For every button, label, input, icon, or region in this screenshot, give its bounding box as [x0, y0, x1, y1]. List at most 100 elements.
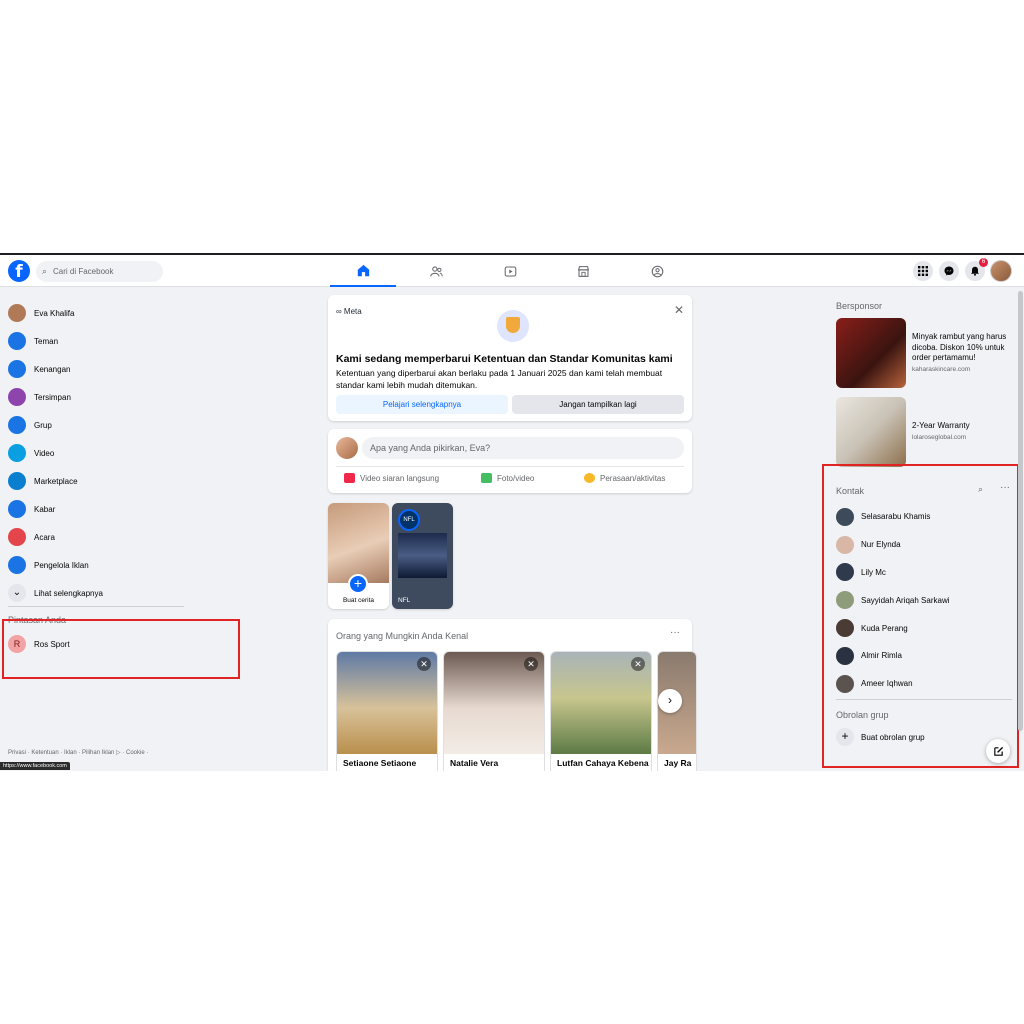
tab-video[interactable]: [477, 255, 543, 287]
search-icon[interactable]: ⌕: [978, 484, 983, 495]
tab-marketplace[interactable]: [550, 255, 616, 287]
grid-icon: [918, 266, 928, 276]
more-options-icon[interactable]: ···: [670, 627, 680, 638]
sidebar-item-label: Kenangan: [34, 364, 71, 374]
groups-icon: [8, 416, 26, 434]
user-avatar: [8, 304, 26, 322]
contacts-list: Selasarabu Khamis Nur Elynda Lily Mc Sayyid…: [836, 503, 1014, 698]
contact-name: Nur Elynda: [861, 540, 901, 550]
chevron-right-icon[interactable]: ›: [658, 689, 682, 713]
person-name: Natalie Vera: [450, 758, 499, 768]
sidebar-item-label: Eva Khalifa: [34, 308, 75, 318]
contact-item[interactable]: Nur Elynda: [836, 531, 1014, 559]
search-input[interactable]: ⌕ Cari di Facebook: [36, 261, 163, 282]
sidebar-item-label: Marketplace: [34, 476, 78, 486]
ad-image: [836, 397, 906, 467]
contact-item[interactable]: Ameer Iqhwan: [836, 670, 1014, 698]
notification-badge: 6: [979, 258, 988, 267]
search-placeholder: Cari di Facebook: [53, 267, 114, 276]
friends-icon: [429, 265, 443, 276]
bell-icon: [971, 266, 979, 276]
contacts-divider: [836, 699, 1012, 700]
dismiss-icon[interactable]: ✕: [524, 657, 538, 671]
menu-grid-button[interactable]: [913, 261, 933, 281]
contact-item[interactable]: Almir Rimla: [836, 642, 1014, 670]
learn-more-button[interactable]: Pelajari selengkapnya: [336, 395, 508, 414]
people-you-may-know: Orang yang Mungkin Anda Kenal ··· ✕ Seti…: [328, 619, 697, 771]
whats-on-your-mind-input[interactable]: Apa yang Anda pikirkan, Eva?: [362, 437, 684, 459]
video-icon: [8, 444, 26, 462]
person-card[interactable]: ✕ Natalie Vera: [443, 651, 545, 771]
pymk-title: Orang yang Mungkin Anda Kenal: [336, 631, 469, 641]
feeling-activity-button[interactable]: Perasaan/aktivitas: [584, 473, 665, 483]
sidebar-item-5[interactable]: Video: [8, 439, 188, 467]
nfl-logo: NFL: [398, 509, 420, 531]
create-group-chat-button[interactable]: + Buat obrolan grup: [836, 728, 925, 746]
scrollbar[interactable]: [1018, 291, 1023, 731]
dismiss-icon[interactable]: ✕: [631, 657, 645, 671]
tab-gaming[interactable]: [624, 255, 690, 287]
photo-video-button[interactable]: Foto/video: [481, 473, 534, 483]
left-sidebar: Eva Khalifa Teman Kenangan Tersimpan Grup Vid…: [8, 299, 188, 607]
more-options-icon[interactable]: ···: [1000, 482, 1010, 493]
sidebar-item-label: Video: [34, 448, 55, 458]
new-message-button[interactable]: [986, 739, 1010, 763]
account-avatar[interactable]: [990, 260, 1012, 282]
footer-links[interactable]: Privasi · Ketentuan · Iklan · Pilihan Ik…: [8, 749, 188, 756]
feeling-activity-label: Perasaan/aktivitas: [600, 473, 666, 483]
composer-divider: [336, 466, 684, 467]
facebook-logo-icon[interactable]: f: [8, 260, 30, 282]
sidebar-item-label: Grup: [34, 420, 52, 430]
terms-update-card: ∞ Meta ✕ Kami sedang memperbarui Ketentu…: [328, 295, 692, 421]
person-card[interactable]: ✕ Lutfan Cahaya Kebena: [550, 651, 652, 771]
contact-name: Ameer Iqhwan: [861, 679, 913, 689]
sidebar-item-0[interactable]: Eva Khalifa: [8, 299, 188, 327]
sidebar-item-4[interactable]: Grup: [8, 411, 188, 439]
meta-logo: ∞ Meta: [336, 307, 362, 316]
messenger-button[interactable]: [939, 261, 959, 281]
tab-friends[interactable]: [403, 255, 469, 287]
chevron-down-icon: ⌄: [8, 584, 26, 602]
top-navigation-bar: f ⌕ Cari di Facebook 6: [0, 255, 1024, 287]
contact-name: Sayyidah Ariqah Sarkawi: [861, 595, 950, 605]
composer-avatar[interactable]: [336, 437, 358, 459]
marketplace-icon: [8, 472, 26, 490]
contact-item[interactable]: Kuda Perang: [836, 614, 1014, 642]
sidebar-item-label: Teman: [34, 336, 59, 346]
tab-home[interactable]: [330, 255, 396, 287]
group-chats-title: Obrolan grup: [836, 710, 889, 720]
create-story-card[interactable]: + Buat cerita: [328, 503, 389, 609]
shield-icon: [497, 310, 529, 342]
person-name: Lutfan Cahaya Kebena: [557, 758, 649, 768]
plus-icon: +: [348, 574, 368, 594]
sidebar-item-8[interactable]: Acara: [8, 523, 188, 551]
sidebar-item-6[interactable]: Marketplace: [8, 467, 188, 495]
sidebar-item-2[interactable]: Kenangan: [8, 355, 188, 383]
story-photo: [328, 503, 389, 583]
home-icon: [357, 264, 369, 276]
sidebar-item-3[interactable]: Tersimpan: [8, 383, 188, 411]
story-nfl[interactable]: NFL NFL: [392, 503, 453, 609]
compose-icon: [993, 746, 1003, 756]
contact-item[interactable]: Sayyidah Ariqah Sarkawi: [836, 586, 1014, 614]
sidebar-item-label: Pengelola Iklan: [34, 560, 89, 570]
plus-icon: +: [836, 728, 854, 746]
dismiss-icon[interactable]: ✕: [417, 657, 431, 671]
sidebar-item-label: Acara: [34, 532, 55, 542]
search-icon: ⌕: [42, 266, 48, 276]
sponsored-title: Bersponsor: [836, 301, 883, 311]
notice-title: Kami sedang memperbarui Ketentuan dan St…: [336, 353, 673, 365]
sidebar-item-1[interactable]: Teman: [8, 327, 188, 355]
close-icon[interactable]: ✕: [674, 303, 684, 317]
sidebar-item-7[interactable]: Kabar: [8, 495, 188, 523]
sidebar-item-9[interactable]: Pengelola Iklan: [8, 551, 188, 579]
dont-show-again-button[interactable]: Jangan tampilkan lagi: [512, 395, 684, 414]
contact-item[interactable]: Selasarabu Khamis: [836, 503, 1014, 531]
ad-headline: 2-Year Warranty: [912, 421, 970, 430]
ad-domain: lolaroseglobal.com: [912, 433, 967, 441]
sidebar-item-10[interactable]: ⌄ Lihat selengkapnya: [8, 579, 188, 607]
person-card[interactable]: ✕ Setiaone Setiaone: [336, 651, 438, 771]
gaming-icon: [651, 265, 663, 277]
contact-item[interactable]: Lily Mc: [836, 559, 1014, 587]
live-video-button[interactable]: Video siaran langsung: [344, 473, 439, 483]
